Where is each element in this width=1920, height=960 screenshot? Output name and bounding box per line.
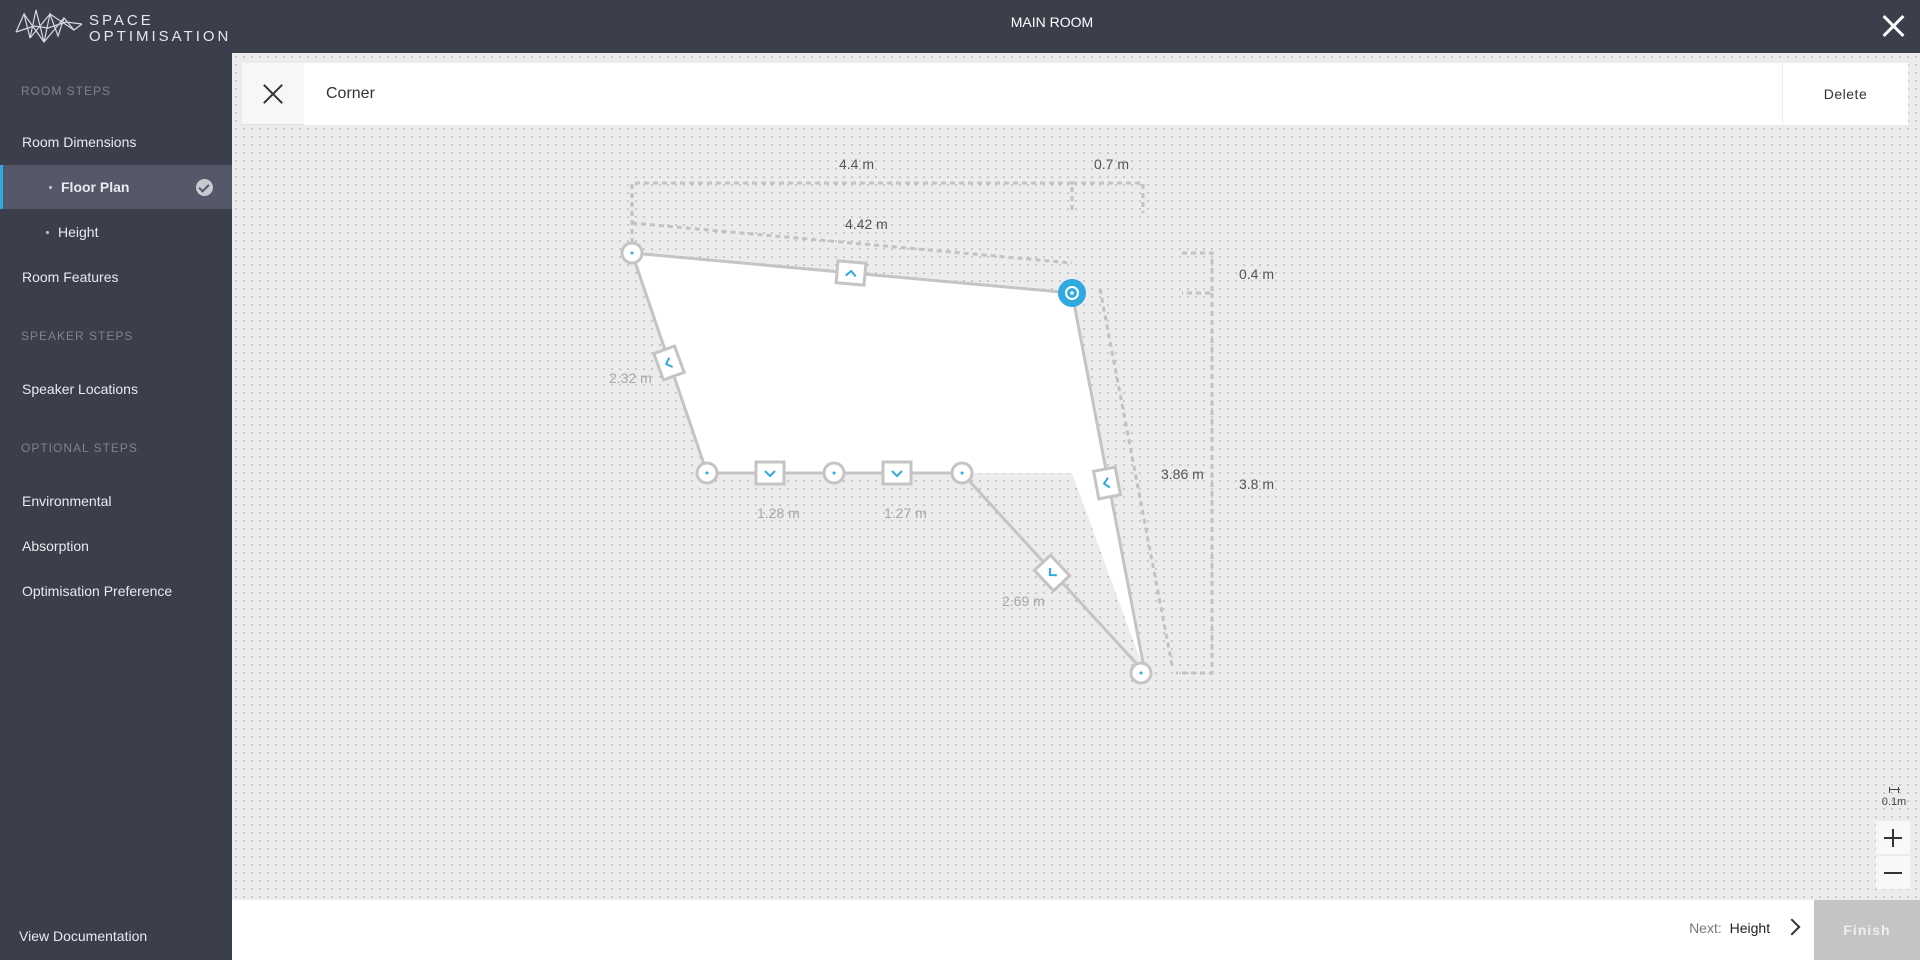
close-icon[interactable] <box>1880 12 1906 38</box>
wall-handle-bottom-left[interactable] <box>754 460 786 486</box>
top-bar: MAIN ROOM <box>232 0 1920 53</box>
wall-handle-bottom-mid[interactable] <box>881 460 913 486</box>
corner-handle[interactable] <box>1129 661 1153 685</box>
dim-right-overall: 3.8 m <box>1239 476 1274 492</box>
close-icon[interactable] <box>242 63 304 125</box>
wall-handle-right[interactable] <box>1091 465 1123 501</box>
floorplan-drawing[interactable]: 4.4 m 0.7 m 4.42 m 0.4 m 3.8 m 3.86 m 2.… <box>232 53 1920 900</box>
scale-label: 0.1m <box>1881 796 1907 808</box>
zoom-in-button[interactable] <box>1876 821 1910 854</box>
logo-text-line2: OPTIMISATION <box>89 28 232 45</box>
corner-handle[interactable] <box>695 461 719 485</box>
sidebar-item-label: Height <box>58 224 99 240</box>
sidebar-item-absorption[interactable]: Absorption <box>0 524 232 568</box>
page-title: MAIN ROOM <box>1010 14 1094 30</box>
next-step-link[interactable]: Next: Height <box>1689 918 1801 944</box>
sidebar-item-label: Speaker Locations <box>22 381 138 397</box>
corner-handle-selected[interactable] <box>1058 279 1086 307</box>
bottom-bar: Next: Height Finish <box>232 900 1920 960</box>
dim-left-wall: 2.32 m <box>609 370 652 386</box>
sidebar-item-room-dimensions[interactable]: Room Dimensions <box>0 120 232 164</box>
next-step-name: Height <box>1729 920 1771 936</box>
panel-title: Corner <box>304 63 1784 125</box>
next-label: Next: <box>1689 920 1722 936</box>
section-heading-room-steps: ROOM STEPS <box>21 84 112 98</box>
sidebar-item-speaker-locations[interactable]: Speaker Locations <box>0 367 232 411</box>
corner-panel: Corner Delete <box>242 63 1908 125</box>
bullet-icon <box>49 186 52 189</box>
right-offset-guide <box>1182 251 1214 295</box>
dim-top-wall: 4.42 m <box>845 216 888 232</box>
wall-handle-top[interactable] <box>834 259 868 287</box>
right-overall-guide <box>1176 293 1214 675</box>
dim-top-overall: 4.4 m <box>839 156 874 172</box>
logo-mark-icon <box>15 9 83 43</box>
sidebar-item-environmental[interactable]: Environmental <box>0 479 232 523</box>
logo-text-line1: SPACE <box>89 12 154 29</box>
floorplan-canvas[interactable]: 4.4 m 0.7 m 4.42 m 0.4 m 3.8 m 3.86 m 2.… <box>232 53 1920 900</box>
top-offset-guide <box>1072 181 1145 213</box>
sidebar-item-label: Absorption <box>22 538 89 554</box>
sidebar-item-label: Floor Plan <box>61 179 130 195</box>
dim-bottom-mid: 1.27 m <box>884 505 927 521</box>
sidebar-item-label: Room Features <box>22 269 119 285</box>
corner-handle[interactable] <box>950 461 974 485</box>
sidebar-item-label: Environmental <box>22 493 112 509</box>
corner-handle[interactable] <box>620 241 644 265</box>
finish-button[interactable]: Finish <box>1814 900 1920 960</box>
dim-diagonal: 2.69 m <box>1002 593 1045 609</box>
view-documentation-link[interactable]: View Documentation <box>19 928 147 944</box>
sidebar-item-floor-plan[interactable]: Floor Plan <box>0 165 232 209</box>
dim-bottom-left: 1.28 m <box>757 505 800 521</box>
section-heading-optional-steps: OPTIONAL STEPS <box>21 441 138 455</box>
check-circle-icon <box>196 179 213 196</box>
dim-top-offset: 0.7 m <box>1094 156 1129 172</box>
zoom-out-button[interactable] <box>1876 856 1910 889</box>
app-logo: SPACE OPTIMISATION <box>14 6 228 46</box>
scale-bar-icon <box>1889 787 1900 793</box>
bullet-icon <box>46 231 49 234</box>
dim-right-wall: 3.86 m <box>1161 466 1204 482</box>
corner-handle[interactable] <box>822 461 846 485</box>
sidebar-item-label: Room Dimensions <box>22 134 137 150</box>
chevron-right-icon <box>1783 918 1801 936</box>
delete-button[interactable]: Delete <box>1782 63 1908 125</box>
sidebar-item-room-features[interactable]: Room Features <box>0 255 232 299</box>
sidebar-item-optimisation-preference[interactable]: Optimisation Preference <box>0 569 232 613</box>
section-heading-speaker-steps: SPEAKER STEPS <box>21 329 134 343</box>
sidebar: SPACE OPTIMISATION ROOM STEPS Room Dimen… <box>0 0 232 960</box>
sidebar-item-label: Optimisation Preference <box>22 583 173 599</box>
sidebar-item-height[interactable]: Height <box>0 210 232 254</box>
dim-right-offset: 0.4 m <box>1239 266 1274 282</box>
